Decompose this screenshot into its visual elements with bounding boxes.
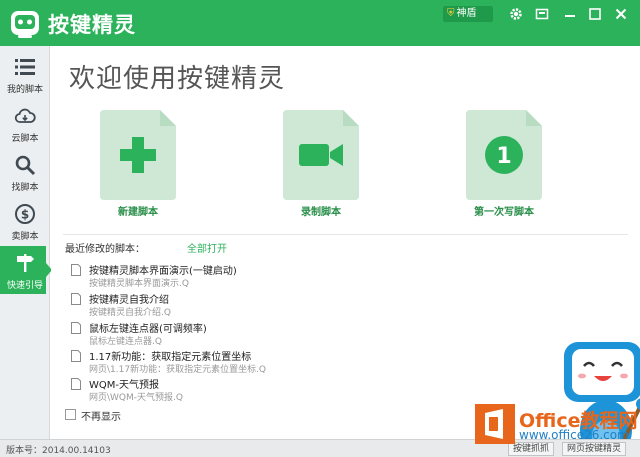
card-label: 新建脚本 [118,207,158,218]
file-path: 鼠标左键连点器.Q [89,337,162,347]
file-path: 网页\WQM-天气预报.Q [89,393,183,403]
file-icon [71,322,81,334]
sidebar-item-quick-guide[interactable]: 快速引导 [0,246,52,294]
close-icon[interactable] [613,6,629,22]
signpost-icon [17,254,34,272]
document-icon [100,110,176,200]
sidebar-item-cloud-scripts[interactable]: 云脚本 [0,99,50,147]
web-macro-button[interactable]: 网页按键精灵 [562,442,627,456]
sidebar-item-sell-scripts[interactable]: $ 卖脚本 [0,197,50,245]
file-path: 按键精灵脚本界面演示.Q [89,279,189,289]
first-script-card[interactable]: 1 第一次写脚本 [454,110,554,230]
list-item[interactable]: 鼠标左键连点器(可调频率) 鼠标左键连点器.Q [71,320,371,348]
dont-show-again-checkbox[interactable] [65,409,76,420]
shield-badge-label: 神盾 [456,8,477,19]
svg-text:$: $ [21,208,29,222]
search-icon [15,155,36,176]
list-item[interactable]: 按键精灵脚本界面演示(一键启动) 按键精灵脚本界面演示.Q [71,262,371,290]
file-path: 按键精灵自我介绍.Q [89,308,171,318]
card-label: 第一次写脚本 [474,207,534,218]
list-item[interactable]: 1.17新功能：获取指定元素位置坐标 网页\1.17新功能：获取指定元素位置坐标… [71,348,371,376]
document-icon [283,110,359,200]
sidebar-item-my-scripts[interactable]: 我的脚本 [0,50,50,98]
cloud-icon [14,108,36,123]
sidebar-item-label: 云脚本 [11,134,39,144]
skin-icon[interactable] [534,6,550,22]
sidebar-item-label: 我的脚本 [6,85,43,95]
dont-show-again-label: 不再显示 [81,412,121,423]
list-item[interactable]: WQM-天气预报 网页\WQM-天气预报.Q [71,376,371,404]
robot-logo-icon [11,11,39,38]
svg-text:1: 1 [496,144,511,169]
divider [63,234,628,235]
sidebar-item-label: 快速引导 [6,281,43,291]
file-name: 按键精灵脚本界面演示(一键启动) [89,266,237,277]
list-item[interactable]: 按键精灵自我介绍 按键精灵自我介绍.Q [71,291,371,319]
maximize-icon[interactable] [587,6,603,22]
minimize-icon[interactable] [562,6,578,22]
grab-tool-button[interactable]: 按键抓抓 [508,442,555,456]
sidebar-item-find-scripts[interactable]: 找脚本 [0,148,50,196]
shield-badge[interactable]: ⛨ 神盾 [443,6,493,22]
watermark-url: www.office26.com [519,428,629,442]
sidebar-item-label: 卖脚本 [11,232,39,242]
file-name: 鼠标左键连点器(可调频率) [89,324,207,335]
sidebar-item-label: 找脚本 [11,183,39,193]
file-name: 按键精灵自我介绍 [89,295,169,306]
file-path: 网页\1.17新功能：获取指定元素位置坐标.Q [89,365,267,375]
record-script-card[interactable]: 录制脚本 [271,110,371,230]
version-label: 版本号：2014.00.14103 [6,446,111,456]
file-icon [71,378,81,390]
title-bar: 按键精灵 ⛨ 神盾 [0,0,640,46]
dollar-icon: $ [15,204,35,224]
list-icon [15,59,35,75]
file-icon [71,293,81,305]
new-script-card[interactable]: 新建脚本 [88,110,188,230]
number-one-icon: 1 [485,136,523,174]
office-logo-icon [475,404,515,444]
document-icon: 1 [466,110,542,200]
open-all-link[interactable]: 全部打开 [187,240,227,255]
page-title: 欢迎使用按键精灵 [69,64,286,94]
gear-icon[interactable] [508,6,524,22]
file-icon [71,264,81,276]
sidebar: 我的脚本 云脚本 找脚本 $ 卖脚本 快速引导 [0,46,52,439]
file-name: 1.17新功能：获取指定元素位置坐标 [89,352,252,363]
app-title: 按键精灵 [48,13,136,37]
shield-icon: ⛨ [447,8,455,19]
recent-scripts-title: 最近修改的脚本： [65,244,145,255]
main-panel: 欢迎使用按键精灵 新建脚本 录制脚本 1 第一次写脚本 最近修改的脚本： 全部打… [51,46,640,457]
watermark: Office教程网 www.office26.com [475,404,640,444]
file-icon [71,350,81,362]
file-name: WQM-天气预报 [89,380,159,391]
card-label: 录制脚本 [301,207,341,218]
